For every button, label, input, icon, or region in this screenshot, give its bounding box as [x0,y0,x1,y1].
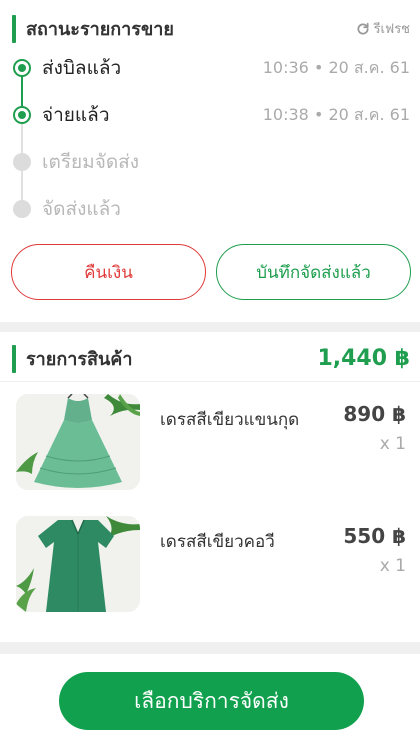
status-header: สถานะรายการขาย รีเฟรช [12,14,410,43]
refresh-button[interactable]: รีเฟรช [356,18,410,39]
product-image-v-neck-dress [16,516,140,612]
product-row[interactable]: เดรสสีเขียวคอวี 550 ฿ x 1 [0,516,420,616]
status-title: สถานะรายการขาย [26,19,174,40]
step-time: 10:38 • 20 ส.ค. 61 [262,104,410,124]
accent-bar [12,14,16,43]
step-complete-dot [13,59,31,77]
items-title: รายการสินค้า [26,349,133,370]
timeline-step-shipped: จัดส่งแล้ว [0,193,420,225]
product-name: เดรสสีเขียวแขนกุด [160,410,300,430]
timeline-step-paid: จ่ายแล้ว 10:38 • 20 ส.ค. 61 [0,99,420,131]
step-label: เตรียมจัดส่ง [42,151,140,173]
step-label: จ่ายแล้ว [42,104,110,126]
step-pending-dot [13,153,31,171]
step-pending-dot [13,200,31,218]
accent-bar [12,344,16,373]
order-items-card: รายการสินค้า 1,440 ฿ เดรสสีเขียวแขนกุด 8… [0,332,420,642]
product-qty: x 1 [379,434,406,454]
divider [0,381,420,382]
step-label: จัดส่งแล้ว [42,198,121,220]
step-label: ส่งบิลแล้ว [42,57,122,79]
items-total: 1,440 ฿ [317,346,410,371]
step-complete-dot [13,106,31,124]
step-time: 10:36 • 20 ส.ค. 61 [262,57,410,77]
product-qty: x 1 [379,556,406,576]
order-status-card: สถานะรายการขาย รีเฟรช ส่งบิลแล้ว 10:36 •… [0,0,420,322]
refresh-label: รีเฟรช [373,22,410,37]
product-name: เดรสสีเขียวคอวี [160,532,275,552]
timeline-step-preparing: เตรียมจัดส่ง [0,146,420,178]
refund-button[interactable]: คืนเงิน [11,244,206,300]
items-header: รายการสินค้า 1,440 ฿ [12,344,410,373]
mark-shipped-button[interactable]: บันทึกจัดส่งแล้ว [216,244,411,300]
product-price: 890 ฿ [343,402,406,426]
select-shipping-button[interactable]: เลือกบริการจัดส่ง [59,672,364,730]
product-row[interactable]: เดรสสีเขียวแขนกุด 890 ฿ x 1 [0,394,420,494]
timeline-step-bill-sent: ส่งบิลแล้ว 10:36 • 20 ส.ค. 61 [0,52,420,84]
bottom-action-bar: เลือกบริการจัดส่ง [0,654,420,748]
product-image-sleeveless-dress [16,394,140,490]
product-price: 550 ฿ [343,524,406,548]
refresh-icon [357,22,369,35]
